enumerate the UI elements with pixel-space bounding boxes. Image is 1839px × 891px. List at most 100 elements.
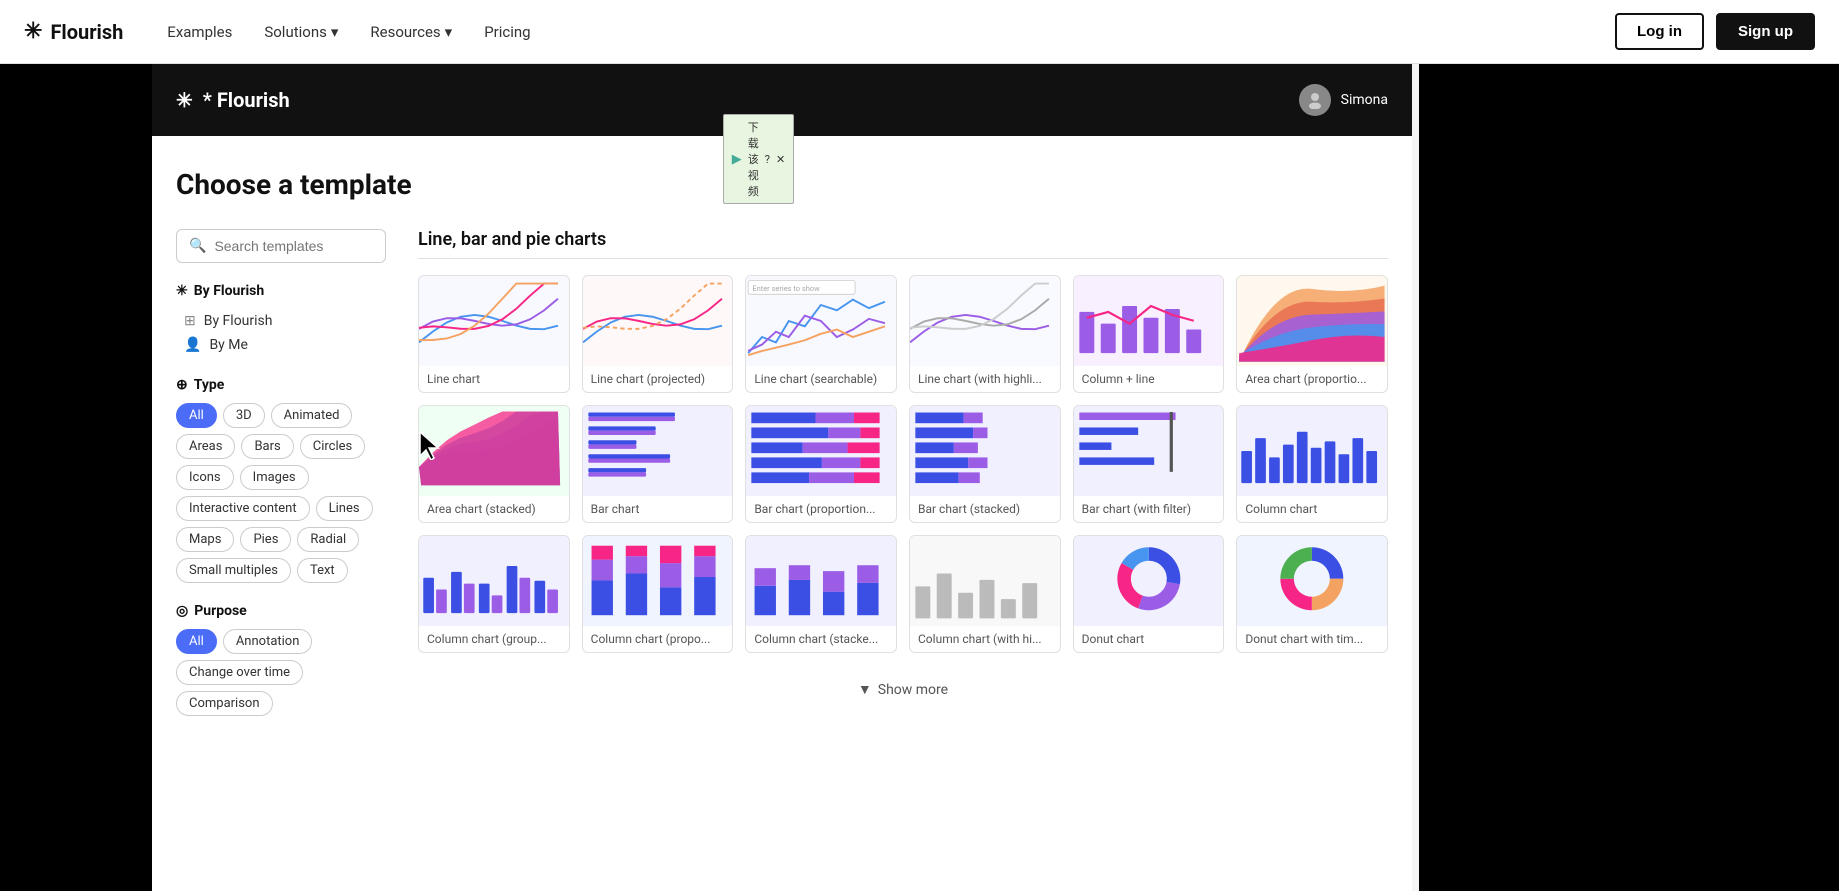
- nav-solutions[interactable]: Solutions ▾: [252, 17, 350, 47]
- template-card-area_stacked_color[interactable]: Area chart (proportio...: [1236, 275, 1388, 393]
- app-header: ✳ * Flourish ▶ 下载该 视频 ? ✕ Simona: [152, 64, 1412, 136]
- card-label: Line chart (projected): [583, 366, 733, 392]
- template-card-line3[interactable]: Enter series to show Line chart (searcha…: [745, 275, 897, 393]
- template-card-col_stacked[interactable]: Column chart (stacke...: [745, 535, 897, 653]
- template-card-col_prop[interactable]: Column chart (propo...: [582, 535, 734, 653]
- card-preview-line3: Enter series to show: [746, 276, 896, 366]
- type-tag-bars[interactable]: Bars: [241, 434, 293, 459]
- download-close[interactable]: ✕: [776, 153, 785, 166]
- template-card-donut_time[interactable]: Donut chart with tim...: [1236, 535, 1388, 653]
- card-preview-line2: [583, 276, 733, 366]
- purpose-tag-comparison[interactable]: Comparison: [176, 691, 273, 716]
- download-icon: ▶: [732, 152, 742, 167]
- type-tag-pies[interactable]: Pies: [240, 527, 291, 552]
- type-tag-small-multiples[interactable]: Small multiples: [176, 558, 291, 583]
- type-tag-circles[interactable]: Circles: [300, 434, 365, 459]
- template-card-bar[interactable]: Bar chart: [582, 405, 734, 523]
- template-card-donut[interactable]: Donut chart: [1073, 535, 1225, 653]
- search-icon: 🔍: [189, 238, 206, 254]
- type-tag-all[interactable]: All: [176, 403, 217, 428]
- type-tag-text[interactable]: Text: [297, 558, 348, 583]
- card-label: Area chart (proportio...: [1237, 366, 1387, 392]
- top-nav-actions: Log in Sign up: [1615, 13, 1815, 50]
- card-label: Column chart (propo...: [583, 626, 733, 652]
- sidebar-item-by-me[interactable]: 👤 By Me: [176, 333, 386, 357]
- template-card-bar_stacked[interactable]: Bar chart (stacked): [909, 405, 1061, 523]
- purpose-tag-all[interactable]: All: [176, 629, 217, 654]
- type-tag-icons[interactable]: Icons: [176, 465, 234, 490]
- chevron-down-icon: ▾: [331, 23, 339, 41]
- arrow-down-icon: ▼: [858, 681, 872, 698]
- type-tag-areas[interactable]: Areas: [176, 434, 235, 459]
- main-content: Line, bar and pie charts Line chartLine …: [418, 229, 1388, 736]
- card-label: Line chart (with highli...: [910, 366, 1060, 392]
- sidebar-by-section: ✳ By Flourish ⊞ By Flourish 👤 By Me: [176, 283, 386, 357]
- template-card-line1[interactable]: Line chart: [418, 275, 570, 393]
- template-card-line4[interactable]: Line chart (with highli...: [909, 275, 1061, 393]
- type-tag-images[interactable]: Images: [240, 465, 309, 490]
- nav-resources[interactable]: Resources ▾: [358, 17, 464, 47]
- app-logo-asterisk: ✳: [176, 88, 193, 112]
- card-preview-bar_prop: [746, 406, 896, 496]
- card-preview-col_group: [419, 536, 569, 626]
- template-card-line2[interactable]: Line chart (projected): [582, 275, 734, 393]
- top-nav-logo[interactable]: ✳ Flourish: [24, 19, 123, 44]
- grid-icon: ⊞: [184, 313, 196, 329]
- card-label: Bar chart (with filter): [1074, 496, 1224, 522]
- card-preview-colline: [1074, 276, 1224, 366]
- card-preview-area_stacked_color: [1237, 276, 1387, 366]
- template-card-area_stacked[interactable]: Area chart (stacked): [418, 405, 570, 523]
- type-tag-animated[interactable]: Animated: [271, 403, 353, 428]
- template-card-colline[interactable]: Column + line: [1073, 275, 1225, 393]
- template-card-column[interactable]: Column chart: [1236, 405, 1388, 523]
- app-body: Choose a template 🔍 ✳ By Flourish ⊞: [152, 136, 1412, 891]
- type-tags: All3DAnimated AreasBars Circles IconsImages…: [176, 403, 386, 583]
- card-label: Column chart (stacke...: [746, 626, 896, 652]
- svg-text:Enter series to show: Enter series to show: [753, 284, 821, 293]
- logo-asterisk: ✳: [24, 19, 42, 44]
- card-label: Line chart: [419, 366, 569, 392]
- sidebar-purpose-section: ◎ Purpose AllAnnotation Change over time C…: [176, 603, 386, 716]
- top-nav: ✳ Flourish Examples Solutions ▾ Resource…: [0, 0, 1839, 64]
- template-grid: Line chart Line chart (projected) Enter s…: [418, 275, 1388, 653]
- download-bar: ▶ 下载该 视频 ? ✕: [723, 114, 794, 204]
- purpose-icon: ◎: [176, 603, 188, 619]
- nav-examples[interactable]: Examples: [155, 17, 244, 47]
- card-label: Column chart: [1237, 496, 1387, 522]
- card-preview-col_prop: [583, 536, 733, 626]
- purpose-tag-change-over-time[interactable]: Change over time: [176, 660, 303, 685]
- chevron-down-icon: ▾: [445, 23, 453, 41]
- search-input[interactable]: [214, 238, 373, 254]
- logo-text: Flourish: [50, 20, 123, 44]
- purpose-tag-annotation[interactable]: Annotation: [223, 629, 313, 654]
- template-card-col_hi[interactable]: Column chart (with hi...: [909, 535, 1061, 653]
- nav-pricing[interactable]: Pricing: [472, 17, 542, 47]
- card-preview-bar: [583, 406, 733, 496]
- type-tag-lines[interactable]: Lines: [316, 496, 373, 521]
- card-preview-line4: [910, 276, 1060, 366]
- app-logo: ✳ * Flourish: [176, 88, 290, 112]
- sidebar-item-by-flourish[interactable]: ⊞ By Flourish: [176, 309, 386, 333]
- download-text: 下载该 视频: [748, 119, 759, 199]
- template-card-col_group[interactable]: Column chart (group...: [418, 535, 570, 653]
- card-preview-bar_stacked: [910, 406, 1060, 496]
- type-tag-maps[interactable]: Maps: [176, 527, 234, 552]
- show-more-button[interactable]: ▼ Show more: [418, 669, 1388, 710]
- login-button[interactable]: Log in: [1615, 13, 1704, 50]
- card-preview-col_hi: [910, 536, 1060, 626]
- section-title: Line, bar and pie charts: [418, 229, 1388, 259]
- type-tag-3d[interactable]: 3D: [223, 403, 265, 428]
- type-tag-radial[interactable]: Radial: [297, 527, 359, 552]
- sidebar-purpose-title: ◎ Purpose: [176, 603, 386, 619]
- type-tag-interactive-content[interactable]: Interactive content: [176, 496, 310, 521]
- card-preview-donut: [1074, 536, 1224, 626]
- black-side-left: [0, 64, 152, 891]
- main-layout: 🔍 ✳ By Flourish ⊞ By Flourish 👤: [176, 229, 1388, 736]
- template-card-bar_filter[interactable]: Bar chart (with filter): [1073, 405, 1225, 523]
- sidebar-type-section: ⊕ Type All3DAnimatedAreasBarsCirclesIcon…: [176, 377, 386, 583]
- card-label: Column chart (with hi...: [910, 626, 1060, 652]
- signup-button[interactable]: Sign up: [1716, 13, 1815, 50]
- type-icon: ⊕: [176, 377, 188, 393]
- template-card-bar_prop[interactable]: Bar chart (proportion...: [745, 405, 897, 523]
- card-label: Line chart (searchable): [746, 366, 896, 392]
